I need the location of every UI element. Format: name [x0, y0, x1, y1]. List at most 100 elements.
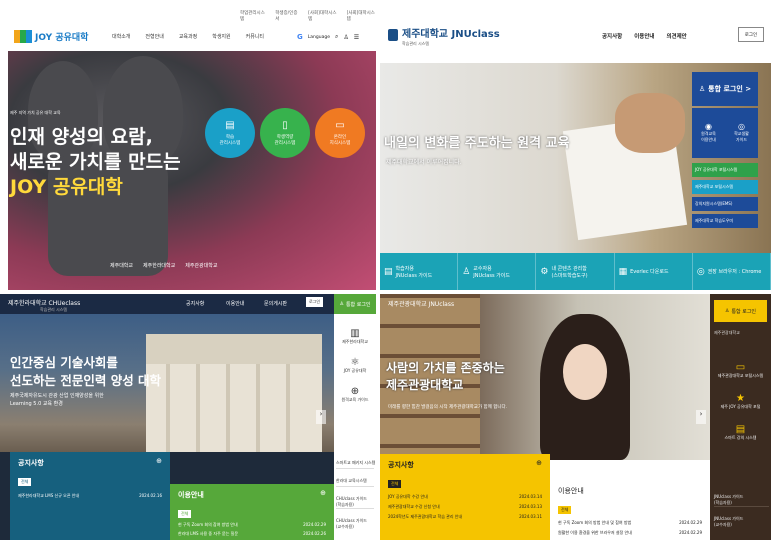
util-link-1[interactable]: 학업관리시스템	[240, 10, 266, 22]
knowledge-circle-button[interactable]: ▭ 온라인 지식시스템	[315, 108, 365, 158]
util-link-3[interactable]: [사회]대학시스템	[308, 10, 337, 22]
side-item-joy[interactable]: ⚛ JOY 공유대학	[334, 357, 376, 374]
side-link-label: 한라대 교육시스템	[336, 478, 367, 483]
quick-link-ems-label: 강의지원시스템(EMS)	[695, 201, 733, 206]
jnu-logo-sub: 학습관리 시스템	[402, 41, 430, 46]
nav-community[interactable]: 커뮤니티	[246, 33, 264, 40]
guide-badge[interactable]: 전체	[558, 506, 572, 514]
slider-next-arrow[interactable]: ›	[696, 410, 706, 424]
remote-guide-link[interactable]: ◉ 원격교육 이용안내	[701, 122, 716, 143]
atom-icon: ⚛	[350, 357, 360, 368]
jnu-logo[interactable]: 제주대학교 JNUclass 학습관리 시스템	[388, 22, 500, 47]
nav-suggestion[interactable]: 의견제안	[667, 32, 687, 40]
login-button[interactable]: 로그인	[738, 27, 764, 42]
notice-badge[interactable]: 전체	[388, 480, 402, 488]
notice-panel: 공지사항 ⊕ 전체 제주한라대학교 LMS 신규 오픈 안내 2024.02.1…	[10, 452, 170, 540]
notice-row[interactable]: JOY 공유대학 수강 안내 2024.03.14	[388, 494, 542, 500]
nav-notice[interactable]: 공지사항	[186, 300, 204, 307]
notice-row-title: 제주한라대학교 LMS 신규 오픈 안내	[18, 493, 80, 498]
partner-logos: 제주대학교 제주한라대학교 제주관광대학교	[110, 262, 217, 269]
menu-icon[interactable]: ☰	[354, 34, 359, 41]
side-item-halla[interactable]: ▥ 제주한라대학교	[334, 328, 376, 345]
side-link-label: JNUclass 가이드 (교수자용)	[714, 516, 744, 527]
competency-circle-button[interactable]: ▯ 학생역량 관리시스템	[260, 108, 310, 158]
school-guide-label: 학교생활 가이드	[734, 130, 749, 142]
side-item-joy[interactable]: ★ 제주 JOY 공유대학 포털	[710, 393, 771, 410]
partner-jeju-tourism[interactable]: 제주관광대학교	[185, 262, 217, 269]
jnu-emblem-icon	[388, 28, 398, 41]
guide-badge[interactable]: 전체	[178, 510, 192, 518]
hero-title-line-1: 인재 양성의 요람,	[10, 126, 153, 148]
plus-icon[interactable]: ⊕	[156, 457, 162, 465]
side-item-smart[interactable]: ▤ 스마트 강의 시스템	[710, 424, 771, 441]
guide-row[interactable]: 한라대 LMS 사용 중 자주 묻는 질문 2024.02.26	[178, 531, 326, 537]
joy-logo[interactable]: JOY 공유대학	[14, 30, 88, 43]
side-sub: 제주관광대학교	[714, 330, 740, 335]
search-icon[interactable]: ⌕	[335, 33, 338, 41]
notice-title: 공지사항	[388, 461, 414, 469]
guide-row-title: 원활한 이용 환경을 위한 브라우저 설정 안내	[558, 530, 632, 535]
notice-row-title: 2024학년도 제주관광대학교 학습 관리 안내	[388, 514, 463, 519]
partner-jeju-halla[interactable]: 제주한라대학교	[143, 262, 175, 269]
side-link-2[interactable]: 한라대 교육시스템	[336, 478, 374, 487]
quick-link-portal[interactable]: 제주대학교 포털시스템	[692, 180, 758, 194]
notice-badge[interactable]: 전체	[18, 478, 32, 486]
plus-icon[interactable]: ⊕	[320, 489, 326, 497]
building-roof	[146, 334, 322, 364]
quick-link-ems[interactable]: 강의지원시스템(EMS)	[692, 197, 758, 211]
nav-student-support[interactable]: 학생지원	[212, 33, 230, 40]
notice-row[interactable]: 제주한라대학교 LMS 신규 오픈 안내 2024.02.16	[18, 493, 162, 499]
lms-circle-button[interactable]: ▤ 학습 관리시스템	[205, 108, 255, 158]
quick-link-helper[interactable]: 제주대학교 학습도우미	[692, 214, 758, 228]
user-icon[interactable]: ♙	[343, 34, 348, 41]
notice-row[interactable]: 제주관광대학교 수강 신청 안내 2024.03.13	[388, 504, 542, 510]
side-link-4[interactable]: CHUclass 가이드 (교수자용)	[336, 518, 374, 530]
tourism-logo[interactable]: 제주관광대학교 JNUclass	[388, 299, 454, 308]
integrated-login-button[interactable]: ♙ 통합 로그인 >	[692, 72, 758, 106]
halla-logo[interactable]: 제주한라대학교 CHUeclass	[8, 298, 80, 307]
slider-next-arrow[interactable]: ›	[316, 410, 326, 424]
notice-row[interactable]: 2024학년도 제주관광대학교 학습 관리 안내 2024.03.11	[388, 514, 542, 520]
joy-university-panel: 학업관리시스템 학생증/인증서 [사회]대학시스템 [사회]대학시스템 JOY …	[0, 0, 376, 290]
language-selector[interactable]: G Language ⌕ ♙ ☰	[297, 33, 359, 41]
side-link-1[interactable]: 스마트교 패키지 시스템	[336, 460, 375, 469]
notice-title: 공지사항	[18, 459, 44, 467]
quick-link-portal-label: 제주대학교 포털시스템	[695, 184, 734, 189]
nav-curriculum[interactable]: 교육과정	[179, 33, 197, 40]
login-button[interactable]: 로그인	[306, 297, 324, 307]
nav-board[interactable]: 문의게시판	[264, 300, 287, 307]
joy-logo-text: JOY 공유대학	[35, 33, 89, 43]
book-icon: ▤	[384, 266, 393, 277]
phone-icon: ▯	[282, 120, 288, 131]
side-link-3[interactable]: CHUclass 가이드 (학습자용)	[336, 496, 374, 509]
side-link-1[interactable]: JNUclass 가이드 (학습자용)	[714, 494, 769, 507]
halla-logo-sub: 학습관리 시스템	[40, 307, 68, 312]
guide-row[interactable]: 현 구독 Zoom 회의 참여 방법 안내 2024.02.29	[178, 522, 326, 528]
instructor-guide-link[interactable]: ♙ 교수자용 JNUclass 가이드	[458, 253, 537, 290]
content-manager-link[interactable]: ⚙ 내 콘텐츠 관리함 (스마트학습도구)	[536, 253, 615, 290]
learner-guide-link[interactable]: ▤ 학습자용 JNUclass 가이드	[380, 253, 459, 290]
everlec-download-link[interactable]: ▦ Everlec 다운로드	[615, 253, 693, 290]
nav-notice[interactable]: 공지사항	[602, 32, 622, 40]
side-login-button[interactable]: ♙ 통합 로그인	[334, 294, 376, 314]
util-link-2[interactable]: 학생증/인증서	[275, 10, 299, 22]
school-guide-link[interactable]: ◎ 학교생활 가이드	[734, 122, 749, 143]
guide-row[interactable]: 현 구독 Zoom 회의 방법 안내 및 참여 방법 2024.02.29	[558, 520, 702, 526]
nav-admission[interactable]: 전형안내	[145, 33, 163, 40]
side-item-portal[interactable]: ▭ 제주관광대학교 포털시스템	[710, 362, 771, 379]
side-item-guide[interactable]: ⊕ 원격교육 가이드	[334, 386, 376, 403]
util-link-4[interactable]: [사회]대학시스템	[347, 10, 376, 22]
nav-guide[interactable]: 이용안내	[634, 32, 654, 40]
guide-row[interactable]: 원활한 이용 환경을 위한 브라우저 설정 안내 2024.02.29	[558, 530, 702, 536]
plus-icon[interactable]: ⊕	[536, 459, 542, 467]
nav-guide[interactable]: 이용안내	[226, 300, 244, 307]
quick-link-joy[interactable]: JOY 공유대학 포털시스템	[692, 163, 758, 177]
side-login-label: 통합 로그인	[731, 308, 757, 315]
halla-title-line-1: 인간중심 기술사회를	[10, 355, 118, 370]
download-icon: ▦	[618, 266, 628, 277]
partner-jeju-national[interactable]: 제주대학교	[110, 262, 133, 269]
side-login-button[interactable]: ♙ 통합 로그인	[714, 300, 767, 322]
nav-about[interactable]: 대학소개	[112, 33, 130, 40]
side-link-2[interactable]: JNUclass 가이드 (교수자용)	[714, 516, 769, 528]
login-quick-icons: ◉ 원격교육 이용안내 ◎ 학교생활 가이드	[692, 108, 758, 158]
